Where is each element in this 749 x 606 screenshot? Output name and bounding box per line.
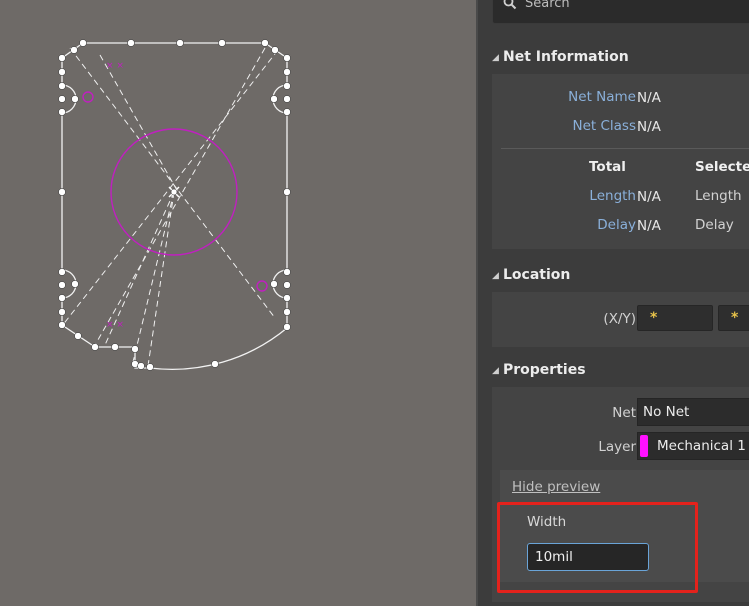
x-input[interactable]: * (637, 305, 713, 331)
delay-selected-value: Delay (695, 217, 734, 233)
search-icon (503, 0, 517, 10)
location-section: (X/Y) * * (492, 292, 749, 347)
delay-label: Delay (597, 217, 636, 233)
net-name-label: Net Name (568, 89, 636, 105)
search-placeholder: Search (525, 0, 570, 11)
xy-label: (X/Y) (603, 311, 636, 327)
x-value: * (650, 310, 658, 326)
collapse-properties-icon[interactable]: ◢ (492, 366, 499, 376)
net-dropdown-value: No Net (643, 404, 690, 420)
svg-text:× ×: × × (106, 61, 124, 71)
dashed-guides (61, 47, 279, 367)
selected-column-header: Selected (695, 159, 749, 175)
net-information-header[interactable]: Net Information (503, 49, 629, 65)
search-input[interactable]: Search (492, 0, 749, 24)
collapse-location-icon[interactable]: ◢ (492, 271, 499, 281)
location-header[interactable]: Location (503, 267, 570, 283)
net-class-value: N/A (637, 119, 661, 135)
net-name-value: N/A (637, 90, 661, 106)
hide-preview-link[interactable]: Hide preview (512, 479, 600, 495)
delay-total-value: N/A (637, 218, 661, 234)
highlight-annotation-box (497, 502, 698, 593)
collapse-net-info-icon[interactable]: ◢ (492, 53, 499, 63)
net-class-label: Net Class (572, 118, 636, 134)
layer-label: Layer (598, 439, 636, 455)
divider (501, 148, 749, 149)
net-dropdown[interactable]: No Net (637, 398, 749, 426)
vertex-handles[interactable] (58, 39, 291, 371)
properties-header[interactable]: Properties (503, 362, 586, 378)
total-column-header: Total (589, 159, 626, 175)
board-drawing[interactable]: × × × × (0, 0, 478, 606)
length-total-value: N/A (637, 189, 661, 205)
net-label: Net (612, 405, 636, 421)
mechanical-marks: × × × × (106, 61, 124, 330)
pcb-editor-canvas[interactable]: × × × × (0, 0, 478, 606)
y-input[interactable]: * (718, 305, 749, 331)
svg-text:× ×: × × (106, 320, 124, 330)
y-value: * (731, 310, 739, 326)
net-information-section: Net Name N/A Net Class N/A Total Selecte… (492, 74, 749, 249)
layer-color-swatch (640, 435, 648, 457)
length-selected-value: Length (695, 188, 742, 204)
layer-dropdown-value: Mechanical 1 (657, 438, 746, 454)
length-label: Length (589, 188, 636, 204)
layer-dropdown[interactable]: Mechanical 1 (637, 432, 749, 460)
